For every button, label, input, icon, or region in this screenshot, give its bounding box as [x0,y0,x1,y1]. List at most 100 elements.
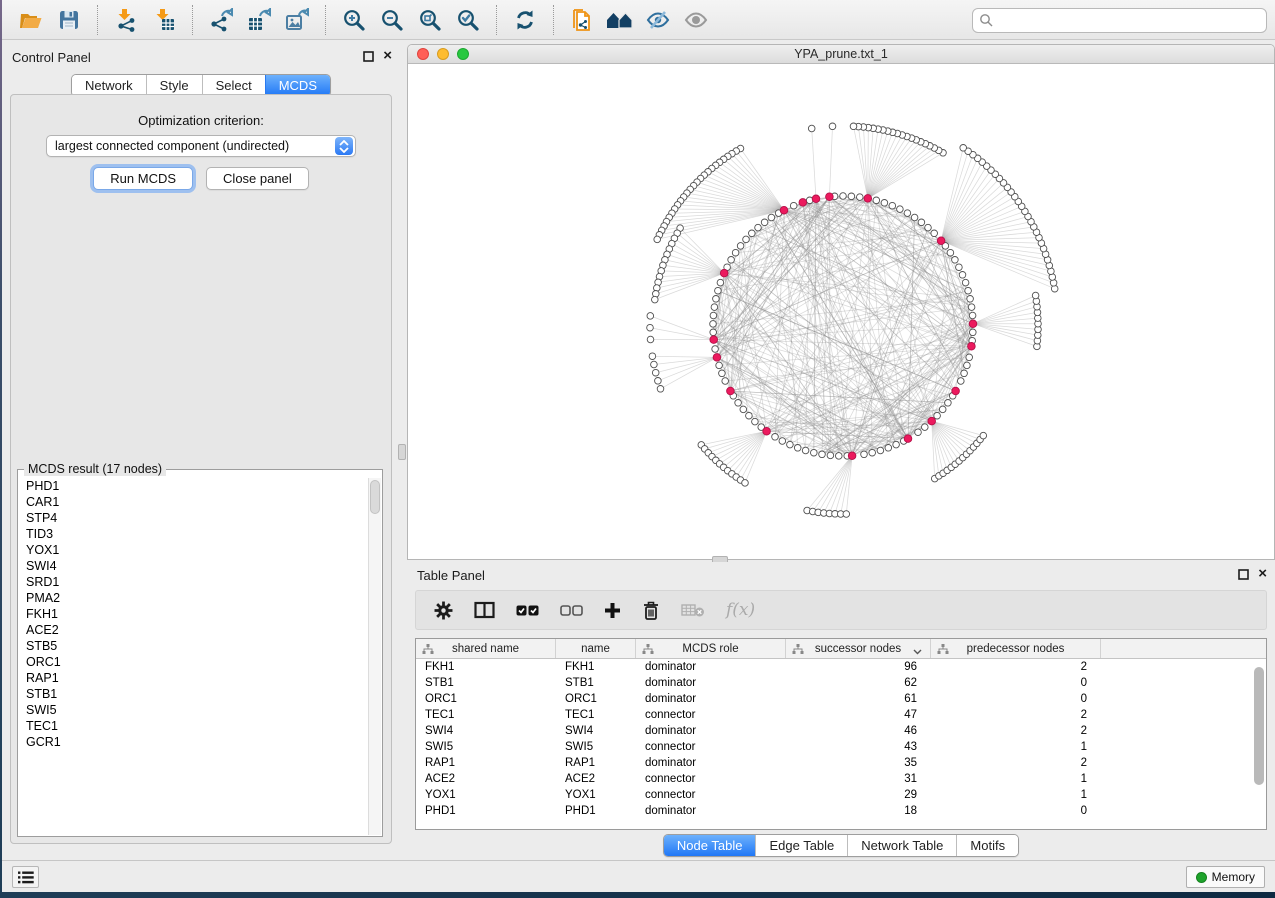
mcds-result-item[interactable]: SWI5 [19,702,367,718]
tab-mcds[interactable]: MCDS [265,75,330,96]
mcds-result-item[interactable]: YOX1 [19,542,367,558]
close-panel-button[interactable]: Close panel [206,167,309,190]
settings-gear-icon[interactable] [434,601,453,620]
dropdown-stepper-icon [335,137,353,155]
column-header-shared-name[interactable]: shared name [416,639,556,658]
table-scrollbar-thumb[interactable] [1254,667,1264,785]
mcds-scrollbar-thumb[interactable] [370,480,380,514]
function-builder-icon[interactable]: f(x) [726,600,755,620]
add-column-icon[interactable] [604,602,621,619]
refresh-layout-button[interactable] [506,3,544,37]
cell-predecessor-nodes: 2 [931,707,1101,723]
show-all-button[interactable] [677,3,715,37]
float-panel-icon[interactable] [363,51,374,62]
import-table-button[interactable] [145,3,183,37]
export-image-button[interactable] [278,3,316,37]
table-row[interactable]: SWI4SWI4dominator462 [416,723,1252,739]
export-network-button[interactable] [202,3,240,37]
eye-icon [683,8,709,32]
mcds-list-scrollbar[interactable] [368,478,381,835]
mcds-result-item[interactable]: STB1 [19,686,367,702]
cell-name: RAP1 [556,755,636,771]
mcds-result-item[interactable]: PMA2 [19,590,367,606]
table-toolbar: f(x) [415,590,1267,630]
mcds-result-item[interactable]: SWI4 [19,558,367,574]
tab-style[interactable]: Style [146,75,202,96]
hide-selected-button[interactable] [639,3,677,37]
unselect-all-icon[interactable] [560,604,583,617]
delete-table-icon[interactable] [681,603,705,618]
cell-name: SWI5 [556,739,636,755]
column-label: name [581,643,610,655]
vertical-splitter-grip[interactable] [398,444,406,460]
column-header-MCDS-role[interactable]: MCDS role [636,639,786,658]
first-neighbors-button[interactable] [601,3,639,37]
show-columns-icon[interactable] [474,601,495,619]
table-row[interactable]: RAP1RAP1dominator352 [416,755,1252,771]
zoom-out-button[interactable] [373,3,411,37]
column-label: MCDS role [682,643,738,655]
cell-MCDS-role: connector [636,707,786,723]
select-all-icon[interactable] [516,604,539,617]
mcds-result-item[interactable]: CAR1 [19,494,367,510]
mcds-result-item[interactable]: PHD1 [19,478,367,494]
tab-edge-table[interactable]: Edge Table [755,835,847,856]
cell-successor-nodes: 47 [786,707,931,723]
zoom-fit-button[interactable] [411,3,449,37]
table-row[interactable]: FKH1FKH1dominator962 [416,659,1252,675]
column-header-name[interactable]: name [556,639,636,658]
table-row[interactable]: ORC1ORC1dominator610 [416,691,1252,707]
tab-node-table[interactable]: Node Table [664,835,756,856]
table-row[interactable]: SWI5SWI5connector431 [416,739,1252,755]
search-box[interactable] [972,8,1267,33]
memory-button[interactable]: Memory [1186,866,1265,888]
zoom-in-button[interactable] [335,3,373,37]
mcds-result-item[interactable]: ACE2 [19,622,367,638]
hierarchy-icon [937,644,949,658]
close-panel-icon[interactable]: × [383,49,392,63]
mcds-result-item[interactable]: FKH1 [19,606,367,622]
cell-predecessor-nodes: 1 [931,771,1101,787]
network-canvas[interactable] [408,64,1274,559]
tab-network[interactable]: Network [72,75,146,96]
cell-shared-name: SWI4 [416,723,556,739]
mcds-result-item[interactable]: GCR1 [19,734,367,750]
open-folder-icon [18,8,44,32]
tab-motifs[interactable]: Motifs [956,835,1018,856]
mcds-result-item[interactable]: STP4 [19,510,367,526]
import-network-button[interactable] [107,3,145,37]
export-table-button[interactable] [240,3,278,37]
mcds-result-item[interactable]: TID3 [19,526,367,542]
column-header-predecessor-nodes[interactable]: predecessor nodes [931,639,1101,658]
task-history-button[interactable] [12,866,39,888]
list-icon [18,871,34,884]
table-row[interactable]: STB1STB1dominator620 [416,675,1252,691]
column-header-successor-nodes[interactable]: successor nodes [786,639,931,658]
mcds-result-item[interactable]: ORC1 [19,654,367,670]
table-row[interactable]: YOX1YOX1connector291 [416,787,1252,803]
table-row[interactable]: TEC1TEC1connector472 [416,707,1252,723]
mcds-result-item[interactable]: STB5 [19,638,367,654]
table-row[interactable]: ACE2ACE2connector311 [416,771,1252,787]
search-input[interactable] [994,14,1260,28]
mcds-result-item[interactable]: TEC1 [19,718,367,734]
network-graph[interactable] [408,64,1275,560]
save-session-button[interactable] [50,3,88,37]
cell-predecessor-nodes: 0 [931,675,1101,691]
mcds-result-item[interactable]: SRD1 [19,574,367,590]
sort-desc-icon [913,646,922,658]
clone-network-button[interactable] [563,3,601,37]
tab-select[interactable]: Select [202,75,265,96]
table-row[interactable]: PHD1PHD1dominator180 [416,803,1252,819]
open-session-button[interactable] [12,3,50,37]
tab-network-table[interactable]: Network Table [847,835,956,856]
run-mcds-button[interactable]: Run MCDS [93,167,193,190]
close-table-panel-icon[interactable]: × [1258,567,1267,581]
float-table-panel-icon[interactable] [1238,569,1249,580]
mcds-result-list[interactable]: PHD1CAR1STP4TID3YOX1SWI4SRD1PMA2FKH1ACE2… [19,478,367,835]
mcds-result-item[interactable]: RAP1 [19,670,367,686]
zoom-selected-button[interactable] [449,3,487,37]
delete-column-icon[interactable] [642,601,660,620]
criterion-dropdown[interactable]: largest connected component (undirected) [46,135,356,157]
table-scrollbar[interactable] [1254,663,1264,825]
